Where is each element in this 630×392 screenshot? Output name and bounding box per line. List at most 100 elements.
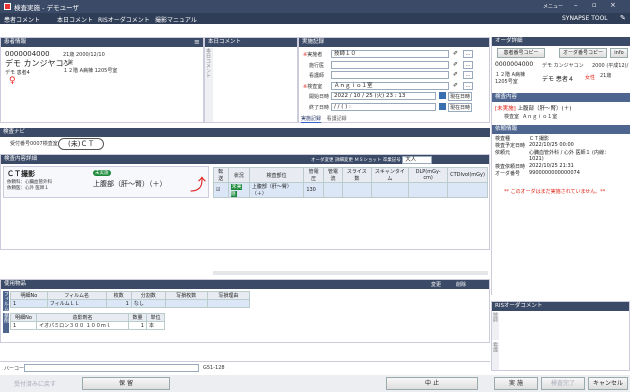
now-button[interactable]: 現在日時 xyxy=(448,92,473,101)
size-select[interactable]: 大人 xyxy=(402,156,433,164)
lookup-button[interactable]: … xyxy=(463,60,473,69)
usage-panel: 使用物品 変更 削除 フィルム 明細No フィルム名 枚数 分割数 写損枚数 写損理由 1… xyxy=(0,279,490,343)
order-card[interactable]: ＣＴ撮影 依頼科：心臓血管外科 依頼医：心外 医師１ 未実施 上腹部（肝～腎）（… xyxy=(3,166,209,198)
reset-button[interactable]: 受付済みに戻す xyxy=(14,379,56,388)
exam-detail: 検査内容詳細 オーダ変更 詳細変更 ＭＳショット 卒業記号 大人 ＣＴ撮影 依頼… xyxy=(0,154,490,275)
detail-toolbar: オーダ変更 詳細変更 ＭＳショット 卒業記号 大人 xyxy=(311,156,433,164)
ms-shot-link[interactable]: ＭＳショット xyxy=(354,158,381,163)
tab-nurse-record[interactable]: 看護記録 xyxy=(327,116,347,122)
clear-icon[interactable]: ✐ xyxy=(453,82,458,89)
unexec-label: [未実施] xyxy=(495,106,516,112)
today-comment-text[interactable] xyxy=(214,48,297,122)
exam-nav: 検査ナビ 受付番号0007検査室 (未)ＣＴ xyxy=(0,128,490,150)
grad-link[interactable]: 卒業記号 xyxy=(383,158,401,163)
request-row: 検査予定日時 2022/10/25 00:00 xyxy=(495,142,574,149)
order-patient-id: 0000004000 xyxy=(495,61,534,68)
stop-button[interactable]: 中 止 xyxy=(386,377,478,390)
usage-change-button[interactable]: 変更 xyxy=(431,281,441,288)
request-row: 1021) xyxy=(529,156,544,162)
clear-icon[interactable]: ✐ xyxy=(453,71,458,78)
order-change-link[interactable]: オーダ変更 xyxy=(311,158,334,163)
exec-field-input[interactable]: 2022 / 10 / 25 (火) 23 : 13 xyxy=(331,92,436,100)
tab-exec-record[interactable]: 実施記録 xyxy=(301,116,322,123)
menu-bar: 患者コメント 本日コメント RISオーダコメント 撮影マニュアル SYNAPSE… xyxy=(0,13,630,24)
menu-patient-comment[interactable]: 患者コメント xyxy=(4,15,40,24)
room-value: Ａｎｇｉｏ１室 xyxy=(522,114,558,120)
table-row[interactable]: 1 フィルムＬＬ 1 なし xyxy=(10,299,251,308)
exec-field-input[interactable]: 技師１０ xyxy=(331,50,449,58)
barcode-input[interactable] xyxy=(24,364,199,372)
done-button[interactable]: 検査完了 xyxy=(541,377,585,390)
lookup-button[interactable]: … xyxy=(463,50,473,58)
now-button[interactable]: 現在日時 xyxy=(448,102,473,112)
table-row[interactable]: 1 イオパミロン３００ １００ｍｌ 1 本 xyxy=(9,321,166,330)
column-header: 枚数 xyxy=(105,291,132,300)
menu-ris-comment[interactable]: RISオーダコメント xyxy=(98,15,150,24)
barcode-code: G51-128 xyxy=(203,365,225,371)
exec-button[interactable]: 実 施 xyxy=(494,377,538,390)
drug-side: 薬剤 xyxy=(3,313,9,333)
exec-header: 実施記録 xyxy=(299,38,489,47)
order-ward: １２階 A病棟 1205号室 xyxy=(495,72,526,85)
exec-field-label: 施行医 xyxy=(309,62,325,69)
card-doctor: 依頼医：心外 医師１ xyxy=(7,186,49,191)
usage-header: 使用物品 xyxy=(1,280,489,289)
clear-icon[interactable]: ✐ xyxy=(453,61,458,68)
content-room: 検査室 Ａｎｇｉｏ１室 xyxy=(504,113,557,120)
save-button[interactable]: 保 留 xyxy=(82,377,170,390)
calendar-icon[interactable] xyxy=(439,92,446,99)
row-kv[interactable]: 130 xyxy=(303,182,324,198)
transfer-checkbox[interactable]: ☑ xyxy=(213,182,229,198)
order-dob: 2000 (平成12)/ xyxy=(592,63,629,69)
column-header: 明細No xyxy=(9,313,38,322)
usage-delete-button[interactable]: 削除 xyxy=(456,281,466,288)
order-sex: 女性 xyxy=(585,75,596,81)
column-header: 転送 xyxy=(213,167,229,183)
today-comment-vertical: 本日コメント xyxy=(205,48,211,78)
cancel-button[interactable]: キャンセル xyxy=(588,377,628,390)
patient-id: 0000004000 xyxy=(5,50,50,58)
content-status: [未実施] 上腹部（肝～腎）(＋) xyxy=(495,104,571,112)
clear-icon[interactable]: ✐ xyxy=(453,50,458,57)
calendar-icon[interactable] xyxy=(439,102,446,110)
detail-change-link[interactable]: 詳細変更 xyxy=(335,158,353,163)
menu-today-comment[interactable]: 本日コメント xyxy=(57,15,93,24)
card-type: ＣＴ撮影 xyxy=(7,170,35,178)
info-button[interactable]: info xyxy=(610,48,628,58)
exec-field-row: 終了日時 / / ( ) : 現在日時 xyxy=(303,102,489,112)
patient-panel: 患者情報 ≡ 0000004000 21歳 2000/12/10 デモ カンジヤ… xyxy=(0,37,204,123)
close-icon[interactable]: × xyxy=(610,1,616,9)
detail-scrollbar[interactable] xyxy=(213,271,488,275)
column-header: 写損枚数 xyxy=(164,291,208,300)
panel-menu-icon[interactable]: ≡ xyxy=(194,38,200,46)
maximize-icon[interactable]: ▫ xyxy=(592,1,597,9)
copy-order-button[interactable]: オーダ番号コピー xyxy=(559,48,607,58)
menu-manual[interactable]: 撮影マニュアル xyxy=(155,15,197,24)
user-menu[interactable]: メニュー xyxy=(543,3,563,10)
patient-header: 患者情報 xyxy=(1,38,203,47)
modality-pill[interactable]: (未)ＣＴ xyxy=(58,138,105,150)
exec-field-input[interactable] xyxy=(331,60,449,69)
request-row: 検査依頼日時 2022/10/25 21:31 xyxy=(495,163,574,170)
minimize-icon[interactable]: – xyxy=(574,1,578,9)
lookup-button[interactable]: … xyxy=(463,71,473,79)
lookup-button[interactable]: … xyxy=(463,81,473,90)
exec-field-input[interactable] xyxy=(331,71,449,79)
today-comment-side: 本日コメント xyxy=(205,48,213,122)
card-body: 上腹部（肝～腎）（＋） xyxy=(93,180,167,188)
exec-field-row: ※検査室 Ａｎｇｉｏ１室 ✐… xyxy=(303,81,489,91)
tool-icon[interactable]: ✎ xyxy=(620,14,626,22)
exec-field-input[interactable]: / / ( ) : xyxy=(331,102,436,111)
app-logo-icon xyxy=(4,3,11,10)
exec-field-input[interactable]: Ａｎｇｉｏ１室 xyxy=(331,81,449,90)
exec-field-label: 開始日時 xyxy=(309,94,330,100)
order-kana: デモ カンジヤコン xyxy=(542,63,584,69)
column-header: 明細No xyxy=(10,291,48,300)
window-title: 検査実施 - デモユーザ xyxy=(14,4,79,12)
brand-label: SYNAPSE TOOL xyxy=(562,15,608,22)
order-header: オーダ詳細 xyxy=(492,37,630,46)
table-row[interactable]: ☑ 未実施 上腹部（肝～腎）（＋） 130 xyxy=(213,182,488,198)
column-header: CTDIvol(mGy) xyxy=(447,167,488,183)
copy-patient-button[interactable]: 患者番号コピー xyxy=(497,48,545,58)
nav-header: 検査ナビ xyxy=(0,128,490,137)
